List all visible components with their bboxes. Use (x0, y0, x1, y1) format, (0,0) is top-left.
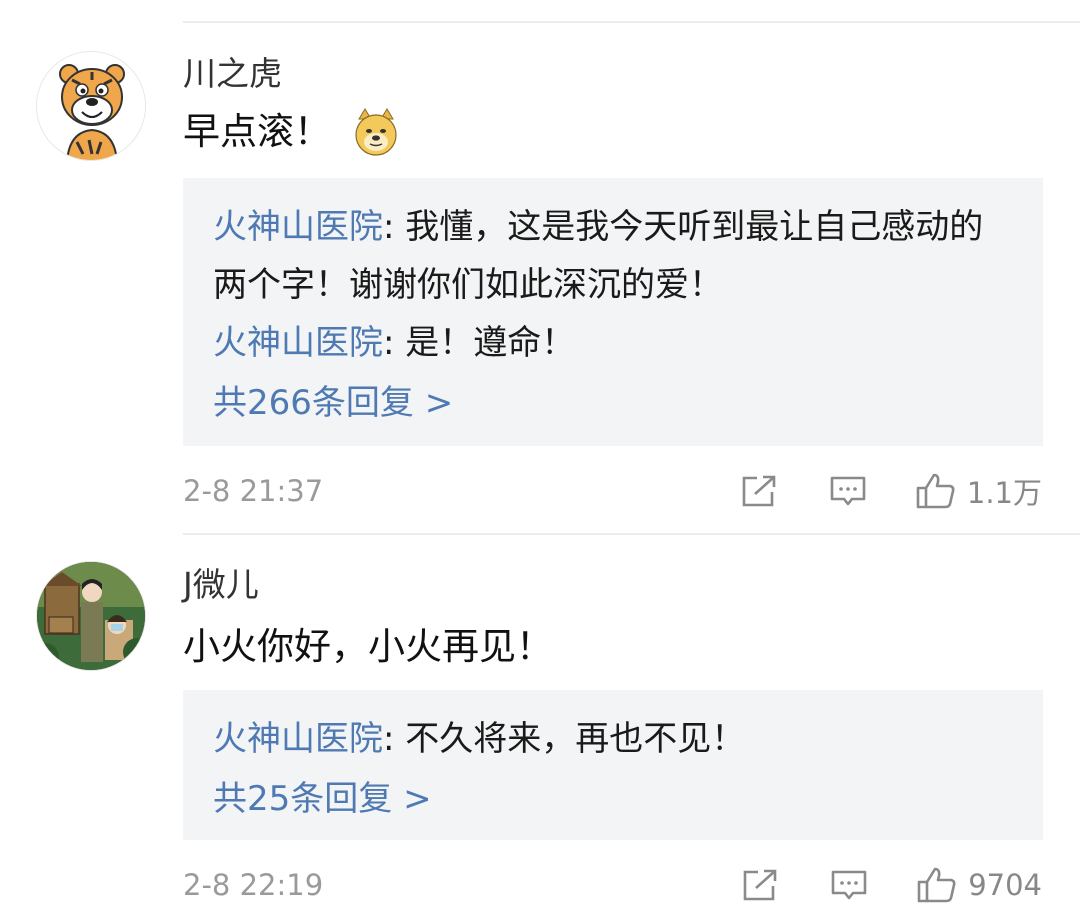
reply-author[interactable]: 火神山医院 (213, 323, 383, 363)
like-count: 1.1万 (966, 476, 1042, 510)
comment-text: 早点滚！ (183, 107, 401, 157)
timestamp: 2-8 22:19 (183, 868, 324, 902)
comment-body: 小火你好，小火再见！ (183, 625, 553, 668)
illustration-avatar-icon (37, 562, 145, 670)
comment-meta: 2-8 21:37 1.1万 (183, 466, 1042, 516)
reply-text: 是！遵命！ (405, 323, 576, 363)
reply-box[interactable]: 火神山医院: 我懂，这是我今天听到最让自己感动的两个字！谢谢你们如此深沉的爱！ … (183, 178, 1043, 446)
reply-button[interactable] (829, 474, 867, 508)
comment-list: 川之虎 早点滚！ 火神山医院: 我懂，这是我今天听到最让自己感动的两个字！谢谢你… (0, 0, 1080, 918)
reply-separator: : (383, 719, 406, 759)
share-button[interactable] (742, 868, 780, 902)
reply-box[interactable]: 火神山医院: 不久将来，再也不见！ 共25条回复 > (183, 690, 1043, 840)
reply-item: 火神山医院: 我懂，这是我今天听到最让自己感动的两个字！谢谢你们如此深沉的爱！ (213, 198, 1013, 314)
reply-item: 火神山医院: 不久将来，再也不见！ (213, 710, 1013, 768)
reply-author[interactable]: 火神山医院 (213, 207, 383, 247)
username[interactable]: J微儿 (183, 565, 259, 605)
like-button[interactable]: 1.1万 (915, 470, 1042, 512)
thumbs-up-icon (916, 473, 955, 509)
more-replies-link[interactable]: 共266条回复 > (213, 372, 1013, 434)
reply-text: 不久将来，再也不见！ (405, 719, 746, 759)
like-button[interactable]: 9704 (916, 866, 1042, 904)
comment-text: 小火你好，小火再见！ (183, 623, 553, 671)
reply-separator: : (383, 323, 406, 363)
comment-meta: 2-8 22:19 9704 (183, 860, 1042, 910)
username[interactable]: 川之虎 (183, 54, 282, 94)
share-button[interactable] (741, 474, 779, 508)
avatar[interactable] (36, 561, 146, 671)
comment-item: 川之虎 早点滚！ 火神山医院: 我懂，这是我今天听到最让自己感动的两个字！谢谢你… (0, 23, 1080, 535)
reply-separator: : (383, 207, 406, 247)
timestamp: 2-8 21:37 (183, 474, 324, 508)
like-count: 9704 (968, 868, 1042, 902)
comment-icon (830, 476, 866, 506)
share-icon (743, 869, 777, 901)
avatar[interactable] (36, 51, 146, 161)
doge-emoji-icon (351, 107, 401, 157)
comment-item: J微儿 小火你好，小火再见！ 火神山医院: 不久将来，再也不见！ 共25条回复 … (0, 535, 1080, 918)
tiger-avatar-icon (37, 52, 145, 160)
reply-button[interactable] (830, 868, 868, 902)
comment-body: 早点滚！ (183, 110, 331, 153)
thumbs-up-icon (917, 867, 956, 903)
share-icon (742, 475, 776, 507)
reply-author[interactable]: 火神山医院 (213, 719, 383, 759)
comment-icon (831, 870, 867, 900)
reply-item: 火神山医院: 是！遵命！ (213, 314, 1013, 372)
more-replies-link[interactable]: 共25条回复 > (213, 768, 1013, 830)
